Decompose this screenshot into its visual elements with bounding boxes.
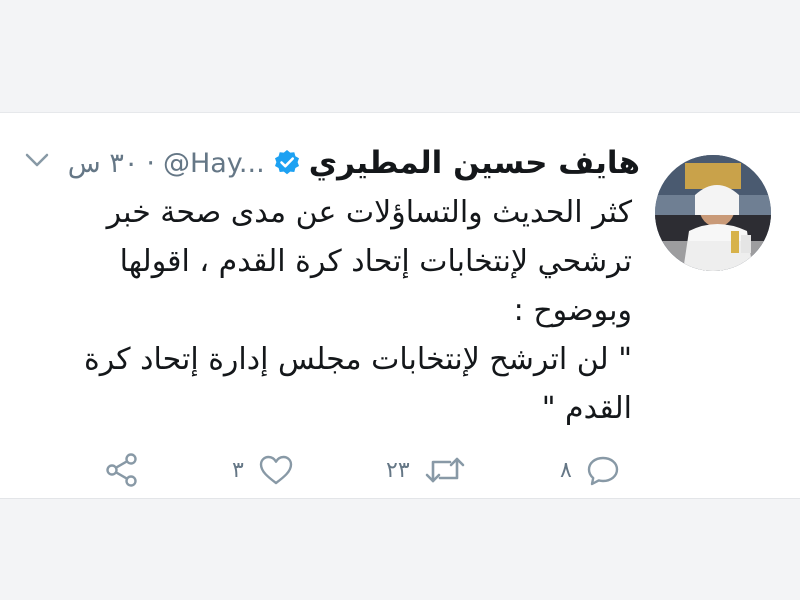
tweet-header: هايف حسين المطيري @Hay... · ٣٠ س — [68, 140, 640, 186]
tweet-line: القدم " — [541, 391, 632, 426]
verified-badge-icon — [273, 149, 301, 177]
retweet-icon — [424, 453, 466, 487]
retweet-count: ٢٣ — [386, 457, 410, 483]
chevron-down-icon[interactable] — [24, 150, 50, 170]
reply-count: ٨ — [560, 457, 572, 483]
tweet-line: " لن اترشح لإنتخابات مجلس إدارة إتحاد كر… — [84, 342, 632, 377]
retweet-button[interactable]: ٢٣ — [386, 450, 466, 490]
top-background — [0, 0, 800, 113]
tweet-text: كثر الحديث والتساؤلات عن مدى صحة خبر ترش… — [42, 188, 632, 433]
bottom-background — [0, 499, 800, 600]
tweet-line: وبوضوح : — [513, 293, 632, 328]
display-name[interactable]: هايف حسين المطيري — [309, 145, 640, 181]
like-count: ٣ — [232, 457, 244, 483]
tweet-line: كثر الحديث والتساؤلات عن مدى صحة خبر — [106, 195, 632, 230]
share-icon — [104, 452, 140, 488]
handle[interactable]: @Hay... — [163, 148, 265, 179]
like-button[interactable]: ٣ — [232, 450, 294, 490]
avatar[interactable] — [655, 155, 771, 271]
heart-icon — [258, 453, 294, 487]
reply-icon — [586, 453, 620, 487]
share-button[interactable] — [104, 450, 140, 490]
tweet-line: ترشحي لإنتخابات إتحاد كرة القدم ، اقولها — [119, 244, 632, 279]
separator-dot: · — [146, 147, 155, 179]
reply-button[interactable]: ٨ — [560, 450, 620, 490]
action-bar: ٨ ٢٣ ٣ — [0, 450, 800, 490]
timestamp[interactable]: ٣٠ س — [68, 148, 139, 179]
